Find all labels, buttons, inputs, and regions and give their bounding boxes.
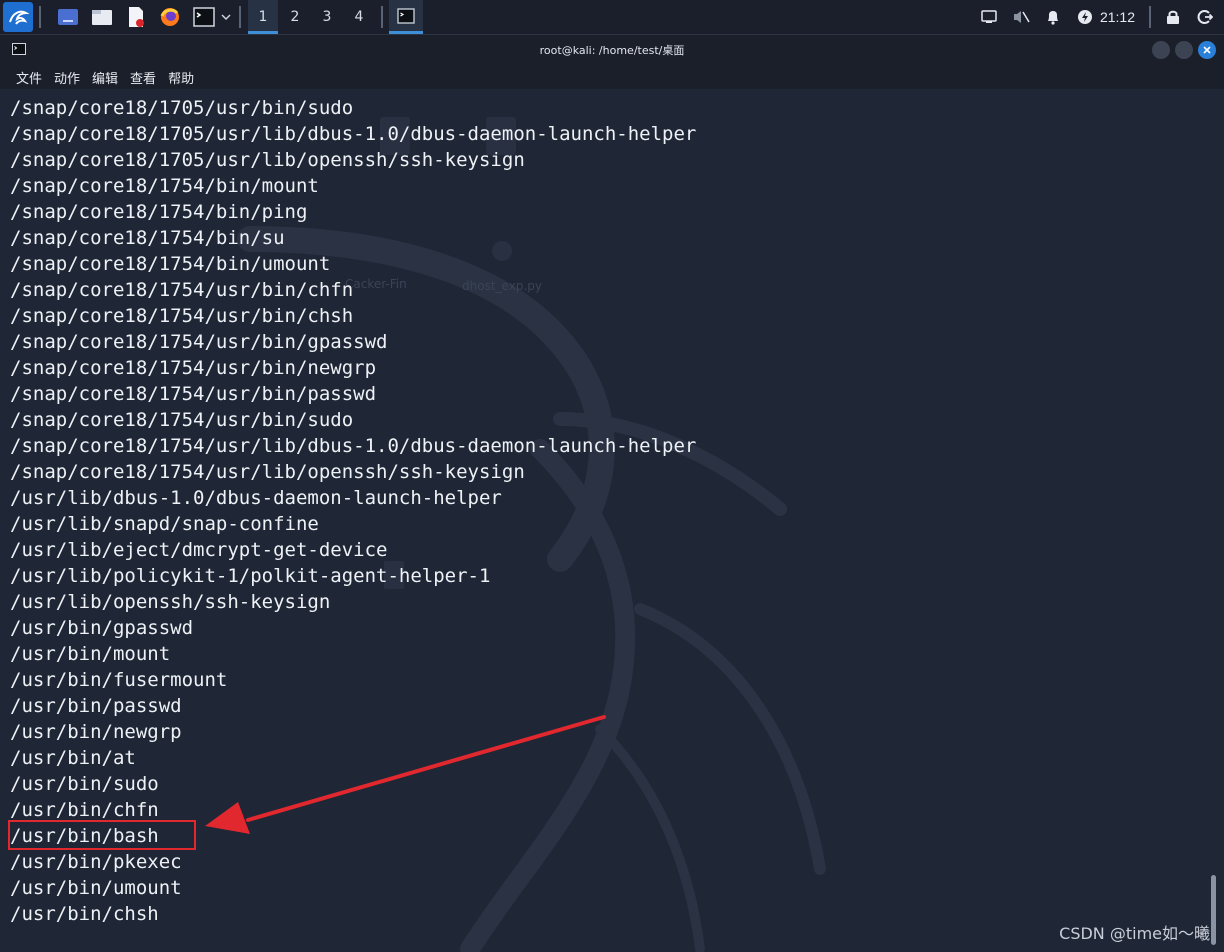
terminal-line: /snap/core18/1754/usr/lib/dbus-1.0/dbus-… — [10, 435, 697, 457]
terminal-line: /snap/core18/1705/usr/lib/dbus-1.0/dbus-… — [10, 123, 697, 145]
terminal-output-area[interactable]: Cacker-Fin dhost_exp.py /snap/core18/170… — [0, 89, 1224, 952]
terminal-line: /usr/bin/umount — [10, 877, 182, 899]
firefox-icon[interactable] — [157, 4, 183, 30]
top-panel: 1 2 3 4 21:12 — [0, 0, 1224, 35]
terminal-line: /usr/lib/policykit-1/polkit-agent-helper… — [10, 565, 491, 587]
terminal-line: /usr/bin/sudo — [10, 773, 159, 795]
text-editor-icon[interactable] — [123, 4, 149, 30]
terminal-icon[interactable] — [191, 4, 217, 30]
workspace-4[interactable]: 4 — [344, 0, 374, 34]
terminal-line: /snap/core18/1754/usr/bin/chfn — [10, 279, 354, 301]
menu-file[interactable]: 文件 — [16, 68, 42, 87]
terminal-line: /usr/bin/newgrp — [10, 721, 182, 743]
window-title: root@kali: /home/test/桌面 — [539, 44, 685, 57]
menu-edit[interactable]: 编辑 — [92, 68, 118, 87]
terminal-line: /snap/core18/1754/usr/bin/gpasswd — [10, 331, 388, 353]
panel-separator — [381, 6, 383, 28]
panel-separator — [1149, 6, 1151, 28]
terminal-line: /usr/bin/gpasswd — [10, 617, 194, 639]
close-icon — [1203, 46, 1211, 54]
minimize-button[interactable] — [1152, 41, 1170, 59]
terminal-line: /usr/lib/snapd/snap-confine — [10, 513, 319, 535]
terminal-line: /usr/lib/dbus-1.0/dbus-daemon-launch-hel… — [10, 487, 502, 509]
taskbar-terminal-window[interactable] — [389, 0, 423, 34]
notification-bell-icon[interactable] — [1042, 6, 1064, 28]
terminal-line: /usr/bin/pkexec — [10, 851, 182, 873]
terminal-line: /usr/lib/openssh/ssh-keysign — [10, 591, 331, 613]
kali-menu-button[interactable] — [3, 2, 33, 32]
terminal-icon — [12, 43, 26, 55]
menu-help[interactable]: 帮助 — [168, 68, 194, 87]
lock-icon[interactable] — [1162, 6, 1184, 28]
kali-dragon-icon — [9, 10, 29, 25]
terminal-line: /usr/lib/eject/dmcrypt-get-device — [10, 539, 388, 561]
terminal-line: /snap/core18/1754/bin/umount — [10, 253, 331, 275]
vertical-scrollbar[interactable] — [1211, 875, 1216, 945]
workspace-2[interactable]: 2 — [280, 0, 310, 34]
terminal-output: /snap/core18/1705/usr/bin/sudo/snap/core… — [10, 95, 696, 927]
terminal-line: /snap/core18/1754/bin/mount — [10, 175, 319, 197]
panel-separator — [239, 6, 241, 28]
terminal-line: /snap/core18/1754/usr/bin/passwd — [10, 383, 377, 405]
power-icon[interactable] — [1074, 6, 1096, 28]
terminal-line: /snap/core18/1705/usr/lib/openssh/ssh-ke… — [10, 149, 525, 171]
annotation-highlight-box — [8, 820, 196, 850]
window-controls — [1147, 41, 1216, 59]
terminal-line: /snap/core18/1754/usr/bin/chsh — [10, 305, 354, 327]
workspace-1[interactable]: 1 — [248, 0, 278, 34]
terminal-line: /usr/bin/passwd — [10, 695, 182, 717]
menu-action[interactable]: 动作 — [54, 68, 80, 87]
panel-separator — [39, 6, 41, 28]
terminal-line: /snap/core18/1754/bin/ping — [10, 201, 308, 223]
desktop-screen: 1 2 3 4 21:12 root@kali: /home/test/桌面 文… — [0, 0, 1224, 952]
file-manager-icon[interactable] — [89, 4, 115, 30]
terminal-line: /usr/bin/at — [10, 747, 136, 769]
volume-muted-icon[interactable] — [1010, 6, 1032, 28]
panel-clock[interactable]: 21:12 — [1100, 9, 1135, 25]
chevron-down-icon[interactable] — [219, 4, 233, 30]
logout-icon[interactable] — [1194, 6, 1216, 28]
terminal-line: /snap/core18/1705/usr/bin/sudo — [10, 97, 354, 119]
network-icon[interactable] — [978, 6, 1000, 28]
menu-bar: 文件 动作 编辑 查看 帮助 — [0, 65, 1224, 89]
terminal-line: /snap/core18/1754/usr/bin/sudo — [10, 409, 354, 431]
workspace-switcher-icon[interactable] — [55, 4, 81, 30]
terminal-line: /usr/bin/fusermount — [10, 669, 228, 691]
terminal-line: /snap/core18/1754/usr/lib/openssh/ssh-ke… — [10, 461, 525, 483]
terminal-line: /usr/bin/mount — [10, 643, 171, 665]
menu-view[interactable]: 查看 — [130, 68, 156, 87]
watermark: CSDN @time如～曦 — [1059, 924, 1210, 943]
window-titlebar[interactable]: root@kali: /home/test/桌面 — [0, 35, 1224, 65]
maximize-button[interactable] — [1175, 41, 1193, 59]
workspace-3[interactable]: 3 — [312, 0, 342, 34]
system-tray: 21:12 — [973, 0, 1224, 34]
terminal-line: /usr/bin/chsh — [10, 903, 159, 925]
terminal-window: root@kali: /home/test/桌面 文件 动作 编辑 查看 帮助 — [0, 35, 1224, 952]
terminal-icon — [397, 7, 415, 24]
terminal-line: /snap/core18/1754/usr/bin/newgrp — [10, 357, 377, 379]
terminal-line: /snap/core18/1754/bin/su — [10, 227, 285, 249]
close-button[interactable] — [1198, 41, 1216, 59]
